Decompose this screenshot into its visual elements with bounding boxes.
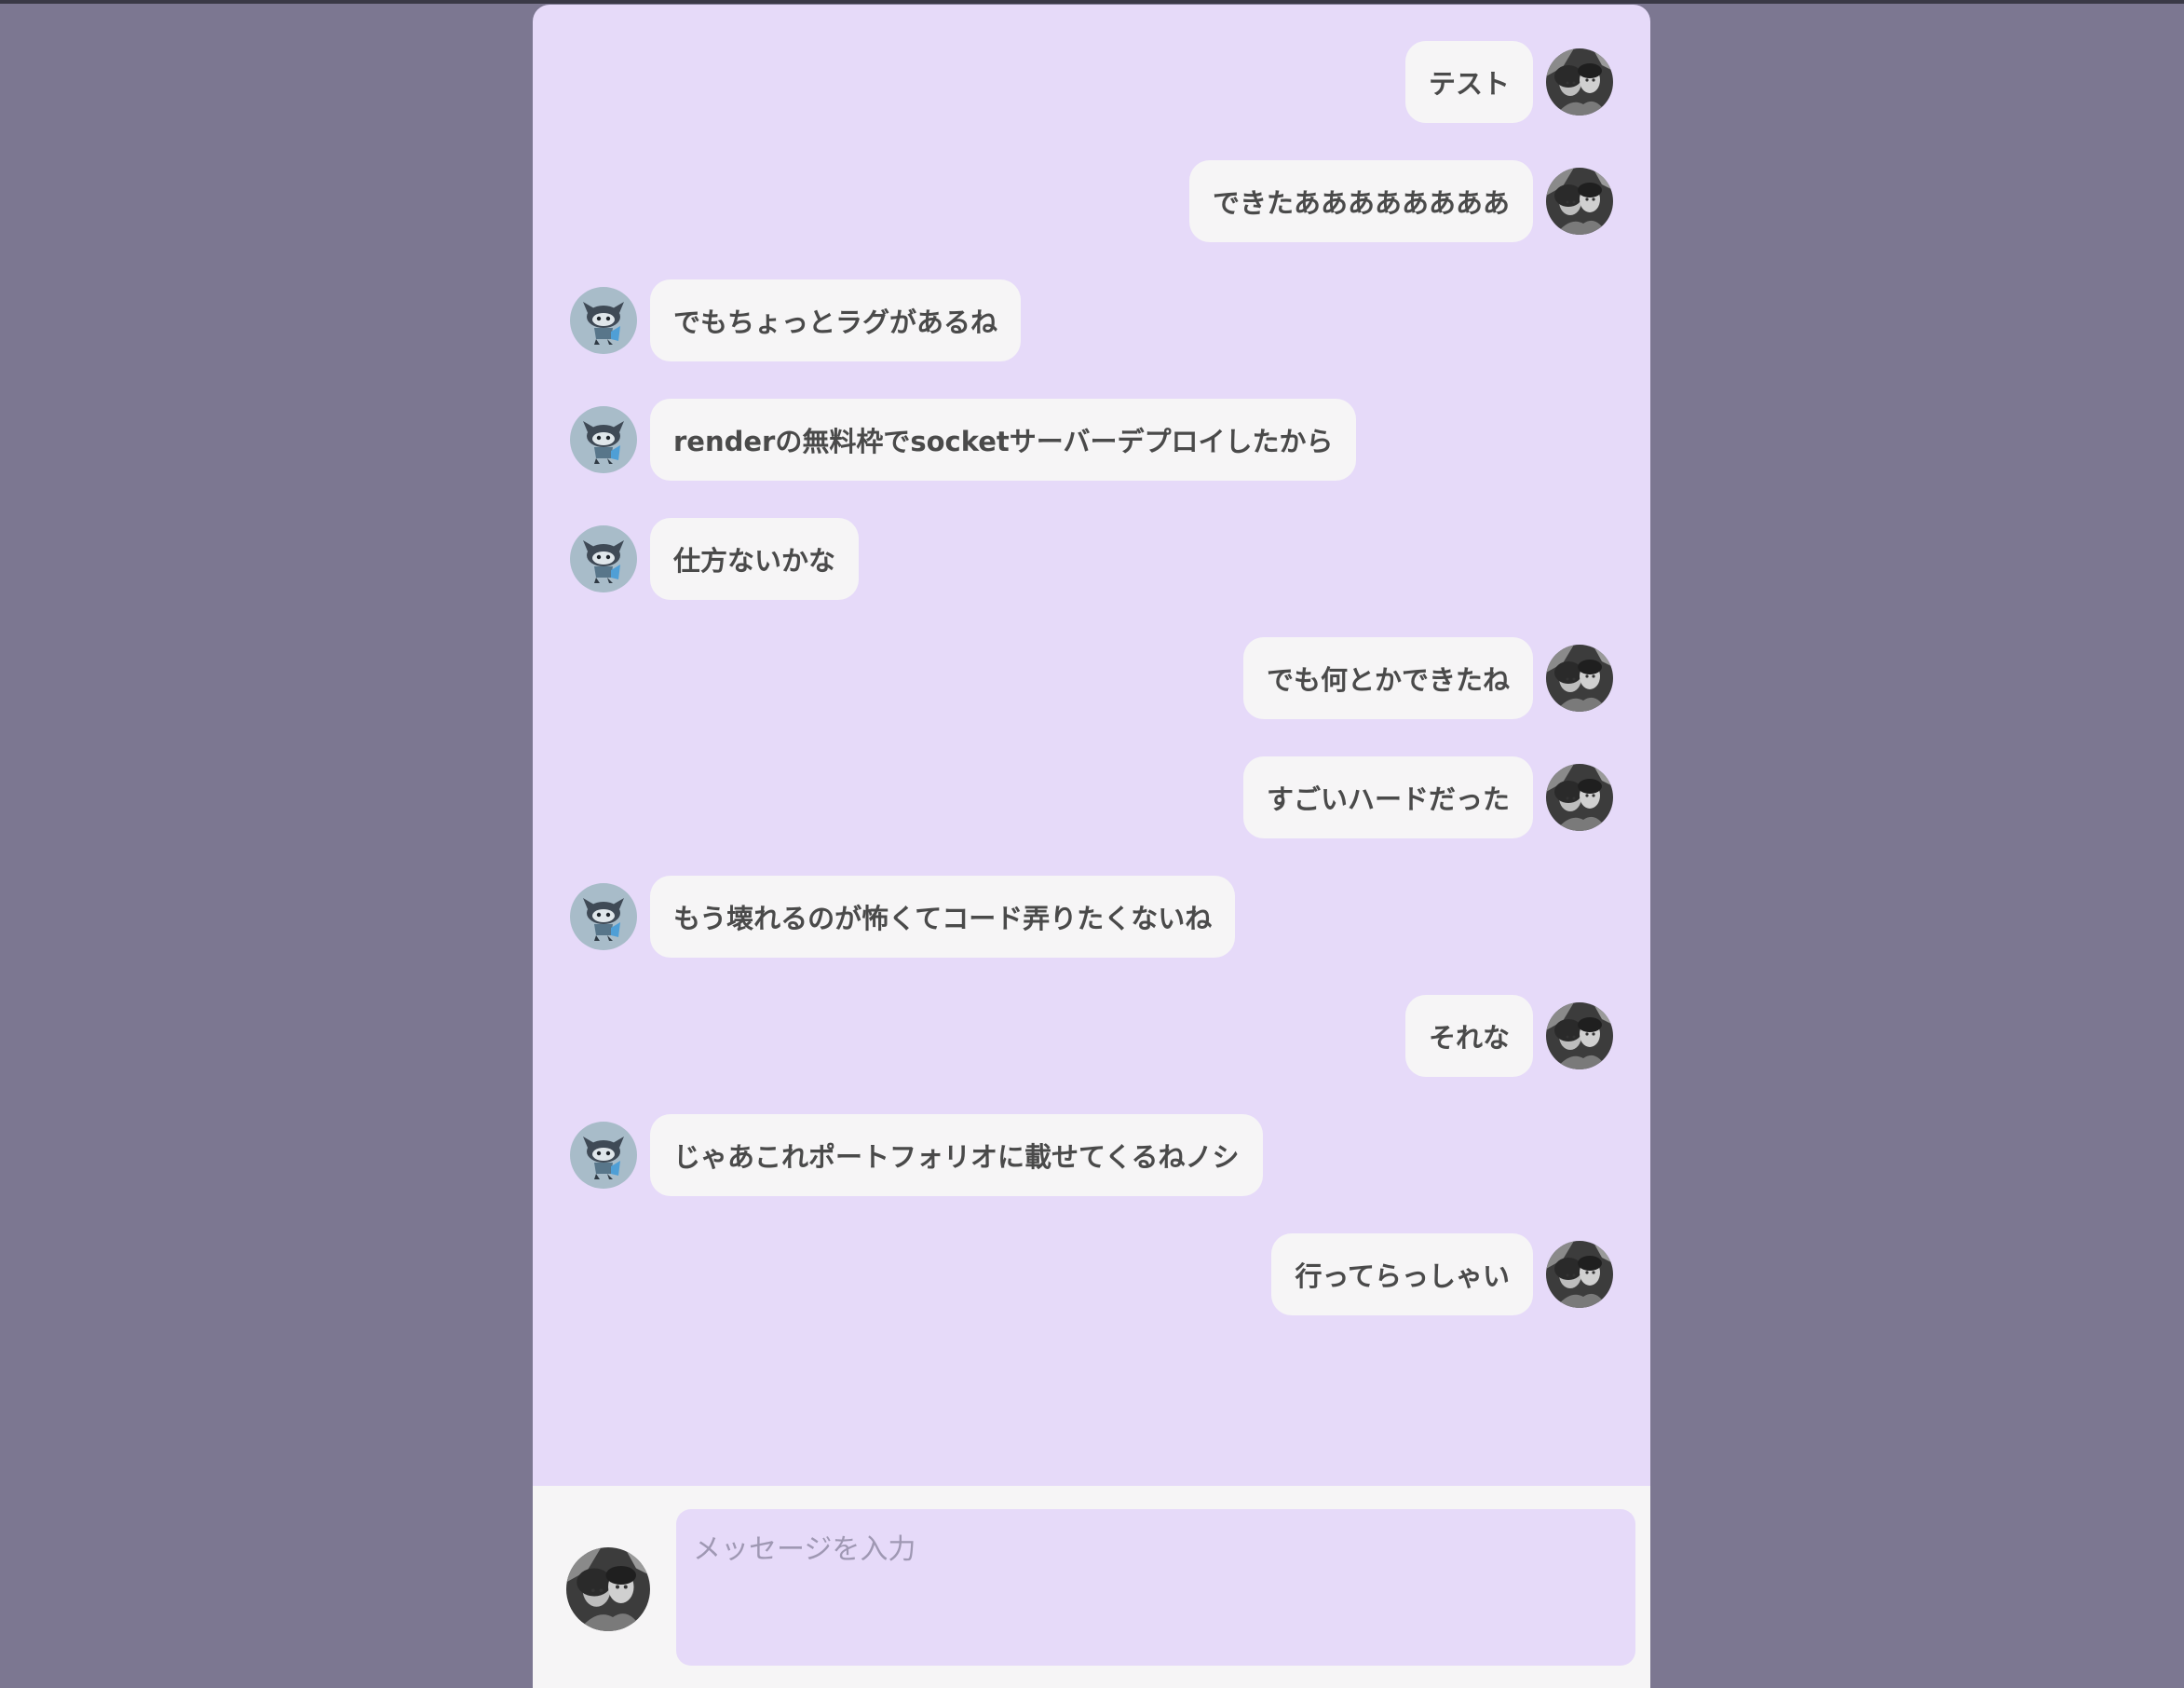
- user-avatar-icon: [1546, 764, 1613, 831]
- user-avatar-icon: [1546, 645, 1613, 712]
- message-bubble: 行ってらっしゃい: [1271, 1233, 1533, 1315]
- user-avatar-icon: [1546, 1241, 1613, 1308]
- message-bubble: renderの無料枠でsocketサーバーデプロイしたから: [650, 399, 1357, 481]
- message-bubble: テスト: [1404, 41, 1533, 123]
- window-top-border: [0, 0, 2184, 4]
- message-bubble: でも何とかできたね: [1242, 637, 1533, 719]
- chat-panel: テスト できたああああああああ でもちょっとラグがあるね renderの無料枠で…: [533, 5, 1650, 1688]
- partner-avatar-icon: [570, 883, 637, 950]
- message-list[interactable]: テスト できたああああああああ でもちょっとラグがあるね renderの無料枠で…: [533, 5, 1650, 1486]
- partner-avatar-icon: [570, 1122, 637, 1189]
- partner-avatar-icon: [570, 525, 637, 592]
- message-input[interactable]: [676, 1509, 1635, 1666]
- message-bubble: でもちょっとラグがあるね: [650, 279, 1022, 361]
- message-bubble: それな: [1404, 995, 1533, 1077]
- user-avatar-icon: [566, 1547, 650, 1631]
- user-avatar-icon: [1546, 168, 1613, 235]
- message-bubble: すごいハードだった: [1242, 756, 1533, 838]
- partner-avatar-icon: [570, 406, 637, 473]
- message-bubble: もう壊れるのが怖くてコード弄りたくないね: [650, 876, 1236, 958]
- message-bubble: じゃあこれポートフォリオに載せてくるねノシ: [650, 1114, 1263, 1196]
- user-avatar-icon: [1546, 1002, 1613, 1069]
- user-avatar-icon: [1546, 48, 1613, 116]
- message-bubble: できたああああああああ: [1188, 160, 1533, 242]
- message-composer: [533, 1486, 1650, 1688]
- partner-avatar-icon: [570, 287, 637, 354]
- message-bubble: 仕方ないかな: [650, 518, 860, 600]
